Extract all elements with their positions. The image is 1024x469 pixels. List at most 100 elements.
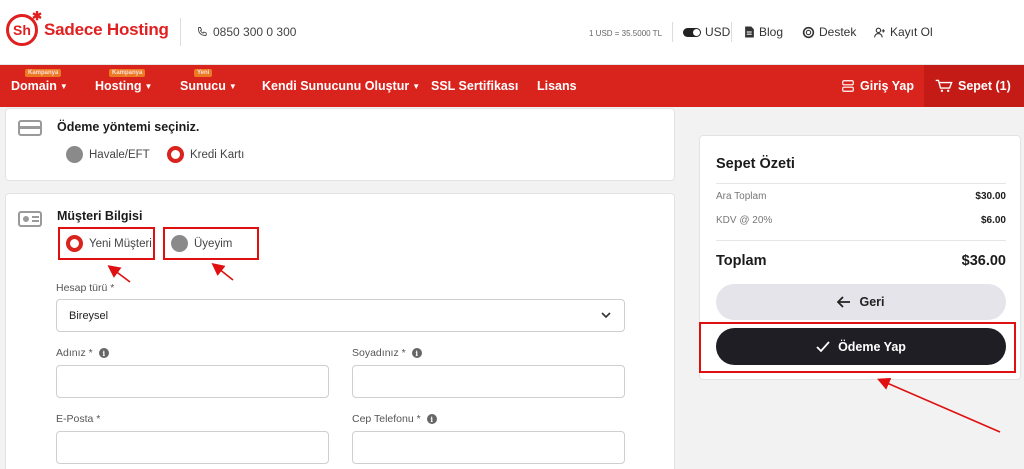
chevron-down-icon: ▼ — [412, 82, 421, 91]
phone-icon — [198, 27, 207, 36]
login-label: Giriş Yap — [860, 79, 914, 93]
subtotal-value: $30.00 — [975, 191, 1006, 202]
blog-link[interactable]: Blog — [744, 25, 783, 39]
nav-item-label: SSL Sertifikası — [431, 79, 519, 93]
support-label: Destek — [819, 25, 857, 39]
payment-method-panel: Ödeme yöntemi seçiniz. Havale/EFT Kredi … — [5, 108, 675, 181]
currency-label: USD — [705, 25, 731, 39]
annotation-box — [699, 322, 1016, 373]
nav-item-custom-server[interactable]: Kendi Sunucunu Oluştur ▼ — [262, 79, 420, 93]
divider — [716, 183, 1006, 184]
phone-number: 0850 300 0 300 — [213, 25, 297, 39]
annotation-box — [163, 227, 259, 260]
top-bar: Sh ✱ Sadece Hosting 0850 300 0 300 1 USD… — [0, 0, 1024, 65]
back-label: Geri — [859, 295, 885, 309]
signup-link[interactable]: Kayıt Ol — [873, 25, 933, 39]
last-name-input[interactable] — [352, 365, 625, 398]
document-icon — [745, 26, 754, 38]
first-name-label: Adınız * i — [56, 347, 109, 359]
divider — [716, 240, 1006, 241]
cart-icon — [935, 79, 953, 93]
arrow-icon — [877, 377, 1001, 433]
divider — [180, 18, 181, 46]
nav-item-domain[interactable]: Kampanya Domain ▼ — [11, 69, 68, 93]
total-row: Toplam $36.00 — [716, 253, 1006, 269]
back-button[interactable]: Geri — [716, 284, 1006, 320]
total-value: $36.00 — [961, 253, 1006, 269]
nav-item-sunucu[interactable]: Yeni Sunucu ▼ — [180, 69, 237, 93]
main-nav: Kampanya Domain ▼ Kampanya Hosting ▼ Yeni … — [0, 65, 1024, 107]
last-name-label-text: Soyadınız * — [352, 347, 406, 359]
first-name-label-text: Adınız * — [56, 347, 93, 359]
credit-card-icon — [18, 120, 42, 136]
total-label: Toplam — [716, 253, 767, 269]
nav-item-label: Sunucu — [180, 79, 226, 93]
currency-toggle[interactable]: USD — [683, 25, 730, 39]
divider — [672, 22, 673, 42]
tax-value: $6.00 — [980, 215, 1006, 226]
exchange-rate: 1 USD = 35.5000 TL — [589, 29, 663, 38]
signup-label: Kayıt Ol — [890, 25, 933, 39]
cart-button[interactable]: Sepet (1) — [924, 65, 1024, 107]
logo-mark: Sh ✱ — [6, 9, 42, 46]
email-label: E-Posta * — [56, 413, 101, 425]
account-type-label: Hesap türü * — [56, 282, 115, 294]
support-link[interactable]: Destek — [802, 25, 856, 39]
radio-label: Havale/EFT — [89, 148, 150, 161]
chevron-down-icon — [601, 312, 611, 319]
cart-content: Sepet (1) — [935, 79, 1011, 93]
nav-item-ssl[interactable]: SSL Sertifikası — [431, 79, 518, 93]
user-plus-icon — [874, 27, 885, 37]
customer-title: Müşteri Bilgisi — [57, 209, 143, 223]
nav-item-hosting[interactable]: Kampanya Hosting ▼ — [95, 69, 153, 93]
nav-item-label: Domain — [11, 79, 57, 93]
nav-item-label: Lisans — [537, 79, 577, 93]
logo-mark-text: Sh — [13, 22, 31, 38]
login-button[interactable]: Giriş Yap — [841, 79, 914, 93]
radio-credit-card[interactable]: Kredi Kartı — [167, 146, 244, 163]
nav-badge: Yeni — [194, 69, 213, 77]
phone-link[interactable]: 0850 300 0 300 — [196, 25, 296, 39]
account-type-select[interactable]: Bireysel — [56, 299, 625, 332]
first-name-input[interactable] — [56, 365, 329, 398]
mobile-phone-label: Cep Telefonu * i — [352, 413, 437, 425]
tax-row: KDV @ 20% $6.00 — [716, 215, 1006, 226]
nav-item-label: Kendi Sunucunu Oluştur — [262, 79, 410, 93]
chevron-down-icon: ▼ — [144, 82, 153, 91]
subtotal-label: Ara Toplam — [716, 191, 767, 202]
chevron-down-icon: ▼ — [59, 82, 68, 91]
tax-label: KDV @ 20% — [716, 215, 773, 226]
id-card-icon — [18, 211, 42, 227]
email-input[interactable] — [56, 431, 329, 464]
account-type-value: Bireysel — [69, 310, 109, 322]
nav-item-license[interactable]: Lisans — [537, 79, 577, 93]
info-icon[interactable]: i — [411, 348, 422, 358]
nav-badge: Kampanya — [109, 69, 146, 77]
star-icon: ✱ — [31, 9, 42, 23]
chevron-down-icon: ▼ — [228, 82, 237, 91]
brand-logo[interactable]: Sh ✱ Sadece Hosting — [6, 9, 169, 46]
info-icon[interactable]: i — [426, 414, 437, 424]
lifebuoy-icon — [802, 26, 815, 38]
annotation-box — [58, 227, 155, 260]
summary-title: Sepet Özeti — [716, 156, 795, 172]
radio-unchecked-icon — [66, 146, 83, 163]
arrow-left-icon — [837, 296, 851, 308]
blog-label: Blog — [759, 25, 784, 39]
server-icon — [842, 80, 854, 92]
cart-label: Sepet (1) — [958, 79, 1011, 93]
nav-badge: Kampanya — [25, 69, 62, 77]
mobile-phone-input[interactable] — [352, 431, 625, 464]
payment-title: Ödeme yöntemi seçiniz. — [57, 120, 200, 134]
radio-checked-icon — [167, 146, 184, 163]
subtotal-row: Ara Toplam $30.00 — [716, 191, 1006, 202]
divider — [731, 22, 732, 42]
info-icon[interactable]: i — [98, 348, 109, 358]
last-name-label: Soyadınız * i — [352, 347, 422, 359]
radio-havale[interactable]: Havale/EFT — [66, 146, 150, 163]
mobile-phone-label-text: Cep Telefonu * — [352, 413, 421, 425]
toggle-icon — [683, 27, 701, 37]
brand-name: Sadece Hosting — [44, 20, 169, 39]
radio-label: Kredi Kartı — [190, 148, 245, 161]
nav-item-label: Hosting — [95, 79, 142, 93]
